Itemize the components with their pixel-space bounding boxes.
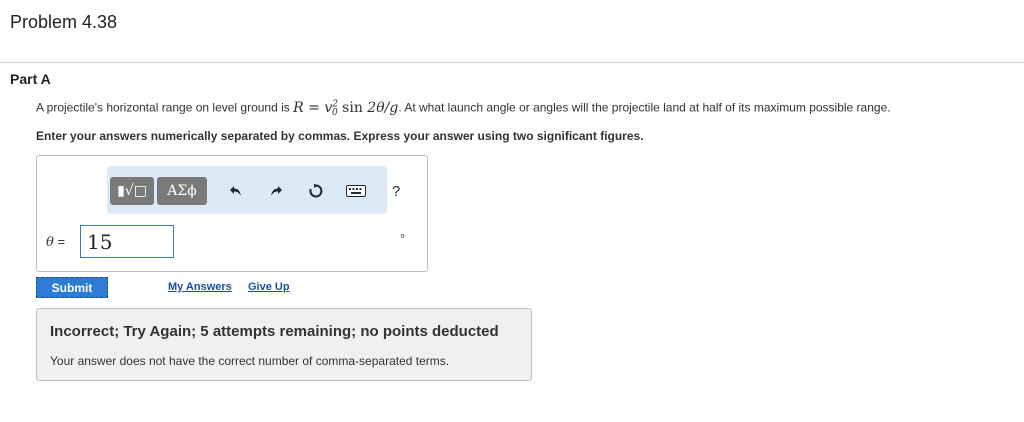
feedback-box: Incorrect; Try Again; 5 attempts remaini… xyxy=(36,308,532,381)
undo-icon[interactable] xyxy=(225,180,247,202)
submit-button[interactable]: Submit xyxy=(36,277,108,298)
problem-title: Problem 4.38 xyxy=(10,12,118,32)
question-text: A projectile's horizontal range on level… xyxy=(36,99,891,118)
formula-func: sin xyxy=(342,99,363,116)
divider xyxy=(0,62,1024,63)
math-toolbar: ▮√□ ΑΣϕ ? xyxy=(107,166,400,214)
formula-sub: 0 xyxy=(331,108,338,119)
give-up-link[interactable]: Give Up xyxy=(248,281,290,293)
formula-eq: = xyxy=(308,99,320,116)
answer-variable: θ = xyxy=(46,234,65,250)
equals-sign: = xyxy=(57,234,66,249)
answer-input[interactable] xyxy=(80,225,174,258)
help-icon[interactable]: ? xyxy=(385,180,407,202)
question-prefix: A projectile's horizontal range on level… xyxy=(36,100,290,115)
templates-button[interactable]: ▮√□ xyxy=(110,177,154,205)
part-title: Part A xyxy=(10,71,51,87)
feedback-title: Incorrect; Try Again; 5 attempts remaini… xyxy=(50,323,499,340)
reset-icon[interactable] xyxy=(305,180,327,202)
instructions: Enter your answers numerically separated… xyxy=(36,129,644,143)
keyboard-icon[interactable] xyxy=(345,180,367,202)
formula-lhs: R xyxy=(293,99,304,116)
redo-icon[interactable] xyxy=(265,180,287,202)
feedback-message: Your answer does not have the correct nu… xyxy=(50,354,450,368)
my-answers-link[interactable]: My Answers xyxy=(168,281,232,293)
answer-box: ▮√□ ΑΣϕ ? θ = ° xyxy=(36,155,428,272)
theta-symbol: θ xyxy=(46,235,54,250)
formula-arg: 2θ/g xyxy=(367,99,399,116)
range-formula: R = v20 sin 2θ/g xyxy=(293,99,399,119)
question-suffix: . At what launch angle or angles will th… xyxy=(398,100,891,115)
unit-degree: ° xyxy=(400,231,406,246)
symbols-button[interactable]: ΑΣϕ xyxy=(157,177,207,205)
